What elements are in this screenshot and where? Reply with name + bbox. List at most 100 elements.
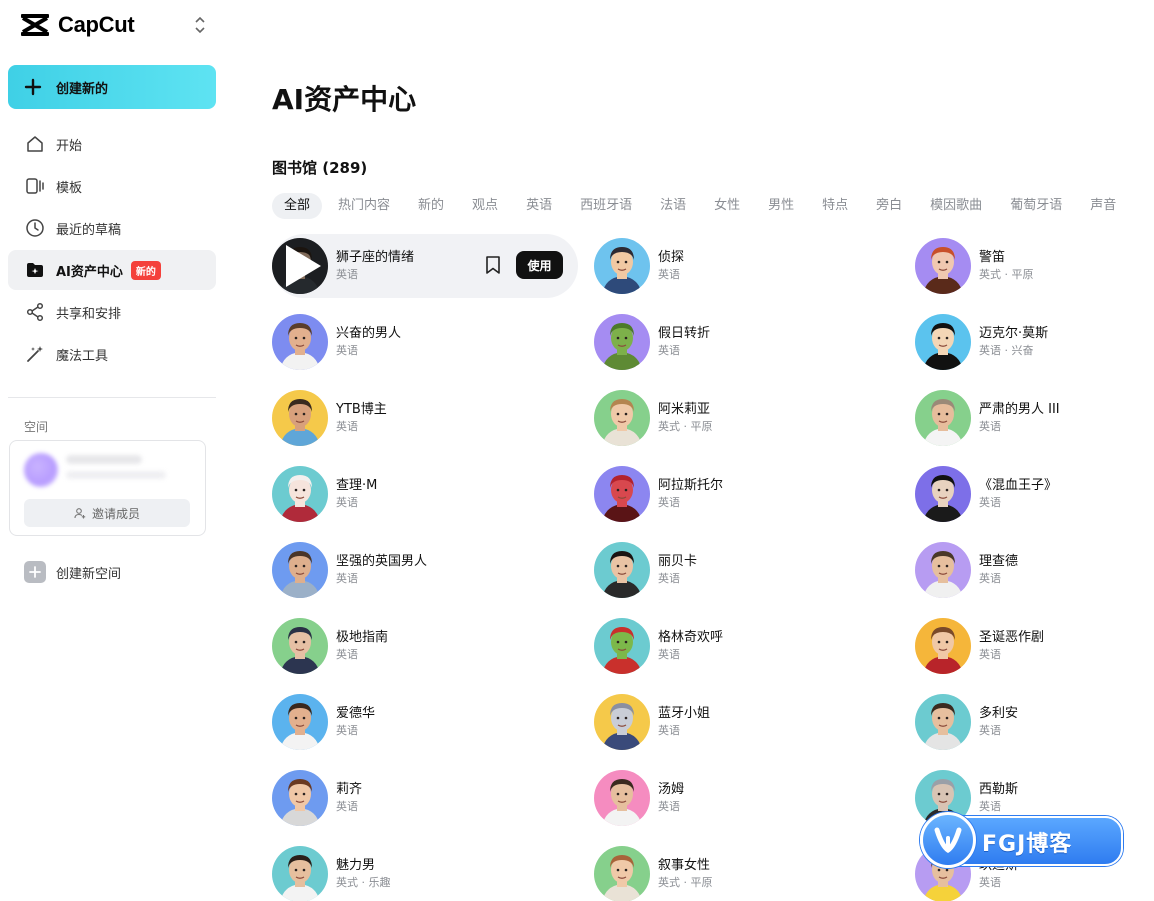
voice-item[interactable]: 多利安 英语 [915, 690, 1154, 754]
voice-avatar[interactable] [272, 314, 328, 370]
voice-item[interactable]: 狮子座的情绪 英语 使用 [272, 234, 578, 298]
space-card[interactable]: 邀请成员 [9, 440, 206, 536]
voice-avatar[interactable] [594, 390, 650, 446]
voice-avatar[interactable] [594, 618, 650, 674]
voice-language: 英式 · 乐趣 [336, 876, 391, 889]
voice-item[interactable]: 汤姆 英语 [594, 766, 884, 830]
sidebar-item-recent-drafts[interactable]: 最近的草稿 [8, 208, 216, 248]
voice-name: 丽贝卡 [658, 554, 698, 569]
voice-avatar[interactable] [272, 390, 328, 446]
voice-item[interactable]: 极地指南 英语 [272, 614, 562, 678]
play-icon[interactable] [272, 238, 328, 294]
voice-text: 莉齐 英语 [336, 781, 362, 815]
voice-avatar[interactable] [915, 694, 971, 750]
voice-item[interactable]: 查理·M 英语 [272, 462, 562, 526]
tab-9[interactable]: 特点 [810, 193, 860, 219]
invite-members-label: 邀请成员 [91, 506, 140, 521]
voice-avatar[interactable] [272, 466, 328, 522]
voice-avatar[interactable] [915, 238, 971, 294]
voice-item[interactable]: 阿拉斯托尔 英语 [594, 462, 884, 526]
use-voice-button[interactable]: 使用 [516, 251, 563, 279]
voice-item[interactable]: 严肃的男人 III 英语 [915, 386, 1154, 450]
brand-name: CapCut [58, 12, 135, 37]
voice-item[interactable]: 迈克尔·莫斯 英语 · 兴奋 [915, 310, 1154, 374]
space-name-blurred [66, 455, 142, 464]
tab-3[interactable]: 观点 [460, 193, 510, 219]
voice-avatar[interactable] [272, 770, 328, 826]
voice-text: 假日转折 英语 [658, 325, 710, 359]
voice-item[interactable]: 《混血王子》 英语 [915, 462, 1154, 526]
voice-avatar[interactable] [915, 314, 971, 370]
voice-avatar[interactable] [594, 466, 650, 522]
tab-8[interactable]: 男性 [756, 193, 806, 219]
create-new-space-button[interactable]: 创建新空间 [24, 561, 121, 583]
tab-12[interactable]: 葡萄牙语 [998, 193, 1074, 219]
voice-language: 英语 [658, 268, 680, 281]
voice-name: 迈克尔·莫斯 [979, 326, 1049, 341]
voice-avatar[interactable] [594, 542, 650, 598]
brand[interactable]: CapCut [20, 12, 135, 38]
sidebar-item-label: 最近的草稿 [56, 222, 122, 238]
voice-item[interactable]: 侦探 英语 [594, 234, 884, 298]
voice-avatar[interactable] [272, 694, 328, 750]
voice-avatar[interactable] [272, 846, 328, 901]
voice-item[interactable]: 圣诞恶作剧 英语 [915, 614, 1154, 678]
magic-wand-icon [24, 343, 46, 365]
voice-item[interactable]: 蓝牙小姐 英语 [594, 690, 884, 754]
tab-6[interactable]: 法语 [648, 193, 698, 219]
tab-0[interactable]: 全部 [272, 193, 323, 219]
voice-item[interactable]: YTB博主 英语 [272, 386, 562, 450]
tab-4[interactable]: 英语 [514, 193, 564, 219]
voice-item[interactable]: 丽贝卡 英语 [594, 538, 884, 602]
sidebar-item-home[interactable]: 开始 [8, 124, 216, 164]
invite-members-button[interactable]: 邀请成员 [24, 499, 190, 527]
voice-language: 英语 [979, 496, 1001, 509]
voice-text: 爱德华 英语 [336, 705, 375, 739]
voice-item[interactable]: 爱德华 英语 [272, 690, 562, 754]
voice-item[interactable]: 莉齐 英语 [272, 766, 562, 830]
voice-name: 爱德华 [336, 706, 376, 721]
voice-item[interactable]: 格林奇欢呼 英语 [594, 614, 884, 678]
sidebar-item-templates[interactable]: 模板 [8, 166, 216, 206]
tab-1[interactable]: 热门内容 [326, 193, 402, 219]
voice-avatar[interactable] [594, 694, 650, 750]
sidebar-divider [8, 397, 216, 398]
create-new-button[interactable]: 创建新的 [8, 65, 216, 109]
sidebar-item-magic-tools[interactable]: 魔法工具 [8, 334, 216, 374]
voice-avatar[interactable] [915, 618, 971, 674]
voice-item[interactable]: 理查德 英语 [915, 538, 1154, 602]
voice-name: 魅力男 [336, 858, 376, 873]
workspace-switch-icon[interactable] [190, 14, 210, 36]
voice-avatar[interactable] [915, 466, 971, 522]
tab-2[interactable]: 新的 [406, 193, 456, 219]
voice-avatar[interactable] [594, 314, 650, 370]
tab-13[interactable]: 声音 [1078, 193, 1128, 219]
voice-avatar[interactable] [272, 542, 328, 598]
voice-item[interactable]: 坚强的英国男人 英语 [272, 538, 562, 602]
voice-avatar[interactable] [594, 238, 650, 294]
bookmark-icon[interactable] [484, 255, 502, 275]
voice-avatar[interactable] [272, 238, 328, 294]
sidebar-item-label: 魔法工具 [56, 348, 109, 364]
voice-name: YTB博主 [336, 402, 387, 417]
voice-item[interactable]: 魅力男英式 · 乐趣 [272, 842, 562, 901]
voice-avatar[interactable] [594, 770, 650, 826]
sidebar-item-label: 模板 [56, 180, 83, 196]
tab-7[interactable]: 女性 [702, 193, 752, 219]
tab-5[interactable]: 西班牙语 [568, 193, 644, 219]
voice-avatar[interactable] [594, 846, 650, 901]
voice-item[interactable]: 假日转折 英语 [594, 310, 884, 374]
voice-item[interactable]: 兴奋的男人 英语 [272, 310, 562, 374]
sidebar-item-ai-assets[interactable]: AI资产中心 新的 [8, 250, 216, 290]
voice-text: 阿米莉亚 英式 · 平原 [658, 401, 713, 435]
voice-name: 莉齐 [336, 782, 363, 797]
tab-10[interactable]: 旁白 [864, 193, 914, 219]
voice-avatar[interactable] [915, 542, 971, 598]
voice-avatar[interactable] [272, 618, 328, 674]
voice-item[interactable]: 叙事女性 英式 · 平原 [594, 842, 884, 901]
voice-avatar[interactable] [915, 390, 971, 446]
voice-item[interactable]: 警笛 英式 · 平原 [915, 234, 1154, 298]
tab-11[interactable]: 模因歌曲 [918, 193, 994, 219]
voice-item[interactable]: 阿米莉亚 英式 · 平原 [594, 386, 884, 450]
sidebar-item-share[interactable]: 共享和安排 [8, 292, 216, 332]
